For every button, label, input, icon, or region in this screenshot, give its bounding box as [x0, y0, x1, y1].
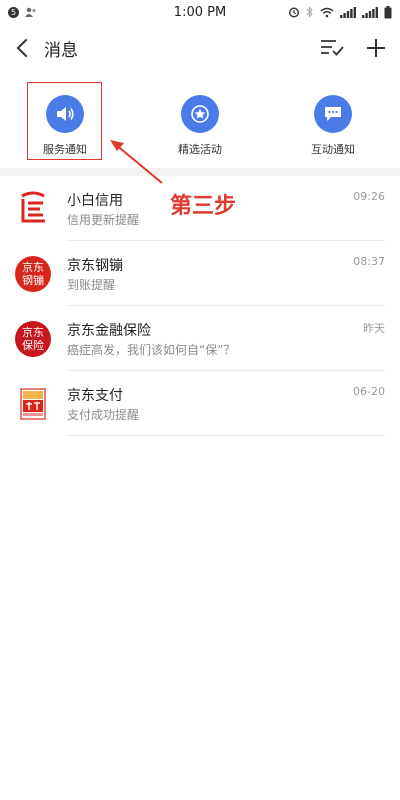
step-annotation: 第三步: [170, 194, 237, 219]
message-row-jd-insurance[interactable]: 京东 保险 京东金融保险 癌症高发，我们该如何自“保”？ 昨天: [0, 306, 400, 371]
message-title: 京东金融保险: [67, 323, 151, 339]
xiaobai-credit-logo: [21, 191, 45, 222]
quick-label: 互动通知: [311, 143, 355, 156]
message-time: 06-20: [353, 385, 385, 398]
section-separator: [0, 168, 400, 176]
message-body: 京东钢镚 到账提醒 08:37: [67, 241, 385, 306]
jd-pay-logo: [20, 387, 46, 420]
avatar-text: 钢镚: [22, 273, 44, 287]
chevron-left-icon: [16, 39, 27, 57]
add-button[interactable]: [360, 32, 392, 64]
signal-icon: [340, 6, 356, 18]
page-title: 消息: [44, 40, 78, 61]
avatar-text: 保险: [22, 338, 44, 352]
plus-icon: [367, 39, 385, 57]
contacts-icon: [25, 7, 36, 17]
back-button[interactable]: [2, 24, 42, 72]
status-bar: 5 1:00 PM: [0, 0, 400, 24]
message-row-jd-coin[interactable]: 京东 钢镚 京东钢镚 到账提醒 08:37: [0, 241, 400, 306]
quick-icon-circle: [181, 95, 219, 133]
avatar-text: 京东: [22, 325, 44, 339]
quick-label: 精选活动: [178, 143, 222, 156]
star-badge-icon: [191, 105, 209, 123]
avatar: [15, 191, 51, 227]
mark-all-read-button[interactable]: [316, 32, 348, 64]
mark-all-read-icon: [321, 40, 344, 56]
quick-icon-circle: [314, 95, 352, 133]
header: 消息: [0, 24, 400, 72]
jd-insurance-logo: 京东 保险: [15, 320, 51, 357]
avatar-text: 京东: [22, 260, 44, 274]
bluetooth-icon: [306, 6, 313, 18]
chat-bubble-icon: [325, 107, 341, 121]
message-title: 京东钢镚: [67, 258, 123, 274]
message-subtitle: 支付成功提醒: [67, 408, 140, 422]
message-time: 08:37: [353, 255, 385, 268]
avatar: [15, 386, 51, 422]
message-title: 小白信用: [67, 193, 123, 209]
message-title: 京东支付: [67, 388, 123, 404]
message-body: 京东金融保险 癌症高发，我们该如何自“保”？ 昨天: [67, 306, 385, 371]
battery-icon: [384, 5, 392, 18]
message-body: 京东支付 支付成功提醒 06-20: [67, 371, 385, 436]
signal-2-icon: [362, 6, 378, 18]
alarm-icon: [288, 7, 300, 18]
highlight-box: [27, 82, 102, 160]
wifi-icon: [320, 7, 334, 17]
quick-item-interaction-notice[interactable]: 互动通知: [288, 80, 378, 160]
header-actions: [316, 24, 392, 72]
message-time: 昨天: [363, 322, 385, 335]
status-left: 5: [8, 6, 128, 18]
avatar: 京东 钢镚: [15, 255, 51, 292]
message-subtitle: 信用更新提醒: [67, 213, 140, 227]
status-time: 1:00 PM: [173, 4, 227, 20]
notification-count-icon: 5: [8, 6, 19, 18]
message-subtitle: 到账提醒: [67, 278, 116, 292]
message-row-jd-pay[interactable]: 京东支付 支付成功提醒 06-20: [0, 371, 400, 436]
jd-coin-logo: 京东 钢镚: [15, 255, 51, 292]
status-right: [272, 5, 392, 19]
quick-item-featured-activity[interactable]: 精选活动: [155, 80, 245, 160]
avatar: 京东 保险: [15, 320, 51, 357]
message-subtitle: 癌症高发，我们该如何自“保”？: [67, 343, 236, 357]
message-time: 09:26: [353, 190, 385, 203]
